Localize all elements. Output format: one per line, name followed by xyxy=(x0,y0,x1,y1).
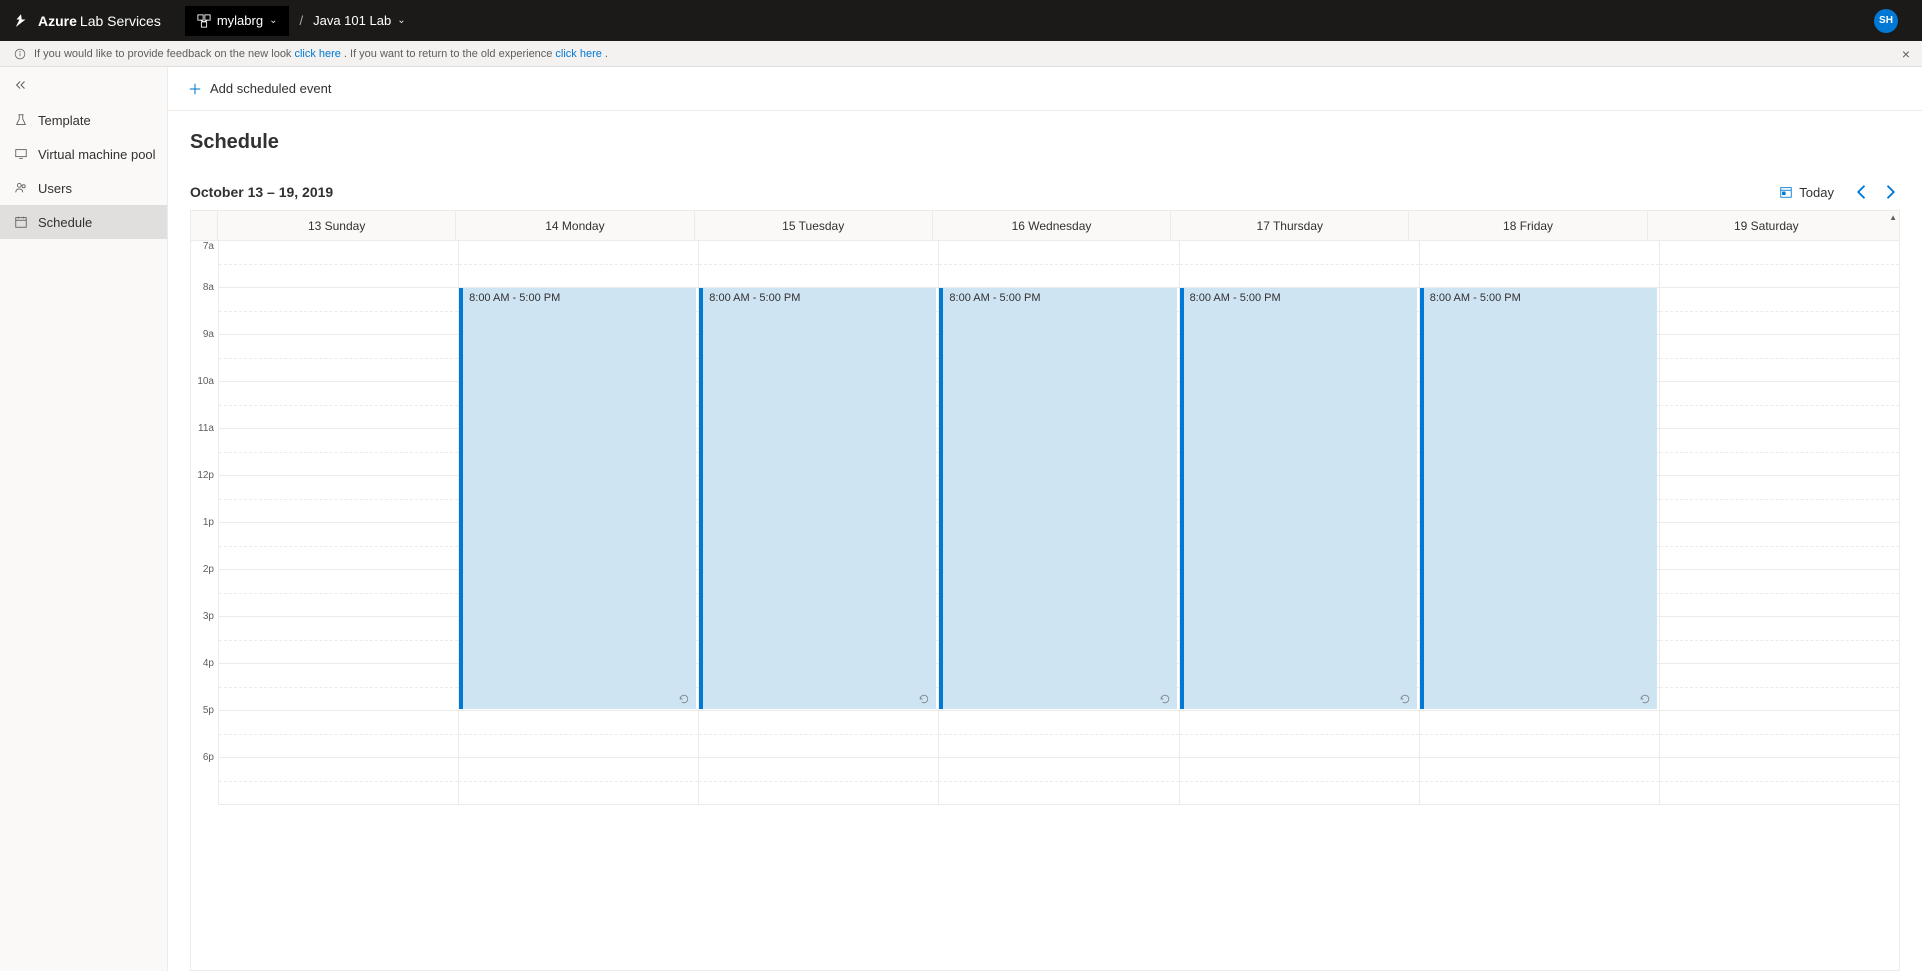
add-event-label: Add scheduled event xyxy=(210,81,331,96)
hour-label: 10a xyxy=(191,376,218,423)
lab-label: Java 101 Lab xyxy=(313,13,391,28)
sidebar-item-template[interactable]: Template xyxy=(0,103,167,137)
hour-label: 11a xyxy=(191,423,218,470)
calendar-today-icon xyxy=(1779,185,1793,199)
recurring-icon xyxy=(1399,693,1411,705)
day-header: 17 Thursday xyxy=(1171,211,1409,240)
calendar-icon xyxy=(14,215,28,229)
hour-label: 3p xyxy=(191,611,218,658)
day-column[interactable]: 8:00 AM - 5:00 PM xyxy=(938,241,1178,805)
resource-group-icon xyxy=(197,14,211,28)
breadcrumb-separator: / xyxy=(299,13,303,28)
event-time-label: 8:00 AM - 5:00 PM xyxy=(949,292,1040,304)
top-bar: Azure Lab Services mylabrg ⌄ / Java 101 … xyxy=(0,0,1922,41)
sidebar-item-label: Virtual machine pool xyxy=(38,147,156,162)
hour-label: 7a xyxy=(191,241,218,288)
scheduled-event[interactable]: 8:00 AM - 5:00 PM xyxy=(939,288,1176,709)
day-column[interactable] xyxy=(218,241,458,805)
sidebar: Template Virtual machine pool Users Sche… xyxy=(0,67,168,971)
sidebar-item-vmpool[interactable]: Virtual machine pool xyxy=(0,137,167,171)
hour-label: 2p xyxy=(191,564,218,611)
close-icon[interactable]: × xyxy=(1902,46,1910,62)
calendar-day-headers: 13 Sunday14 Monday15 Tuesday16 Wednesday… xyxy=(191,211,1899,241)
hour-label: 12p xyxy=(191,470,218,517)
today-button[interactable]: Today xyxy=(1779,185,1834,200)
day-column[interactable] xyxy=(1659,241,1899,805)
sidebar-item-users[interactable]: Users xyxy=(0,171,167,205)
info-icon xyxy=(14,48,26,60)
previous-week-button[interactable] xyxy=(1852,182,1872,202)
feedback-text-1: If you would like to provide feedback on… xyxy=(34,48,291,60)
recurring-icon xyxy=(1639,693,1651,705)
chevron-down-icon: ⌄ xyxy=(397,15,405,26)
resource-group-label: mylabrg xyxy=(217,13,263,28)
resource-group-dropdown[interactable]: mylabrg ⌄ xyxy=(185,6,290,36)
date-range: October 13 – 19, 2019 xyxy=(190,184,333,200)
add-scheduled-event-button[interactable]: Add scheduled event xyxy=(188,81,331,96)
brand-rest: Lab Services xyxy=(80,13,161,29)
hour-label: 4p xyxy=(191,658,218,705)
day-header: 19 Saturday xyxy=(1648,211,1885,240)
today-label: Today xyxy=(1799,185,1834,200)
double-chevron-left-icon xyxy=(14,78,28,92)
brand-azure: Azure xyxy=(38,13,77,29)
sidebar-item-label: Schedule xyxy=(38,215,92,230)
recurring-icon xyxy=(678,693,690,705)
calendar-body[interactable]: 7a8a9a10a11a12p1p2p3p4p5p6p 8:00 AM - 5:… xyxy=(191,241,1899,970)
sidebar-item-label: Users xyxy=(38,181,72,196)
plus-icon xyxy=(188,82,202,96)
recurring-icon xyxy=(918,693,930,705)
hour-label: 9a xyxy=(191,329,218,376)
hour-label: 5p xyxy=(191,705,218,752)
event-time-label: 8:00 AM - 5:00 PM xyxy=(1430,292,1521,304)
collapse-sidebar-button[interactable] xyxy=(0,67,167,103)
users-icon xyxy=(14,181,28,195)
day-column[interactable]: 8:00 AM - 5:00 PM xyxy=(458,241,698,805)
chevron-down-icon: ⌄ xyxy=(269,15,277,26)
day-header: 14 Monday xyxy=(456,211,694,240)
lab-dropdown[interactable]: Java 101 Lab ⌄ xyxy=(313,13,405,28)
scroll-up-indicator: ▲ xyxy=(1889,213,1897,222)
day-header: 15 Tuesday xyxy=(695,211,933,240)
day-column[interactable]: 8:00 AM - 5:00 PM xyxy=(698,241,938,805)
flask-icon xyxy=(14,113,28,127)
azure-logo-icon xyxy=(12,12,30,30)
day-column[interactable]: 8:00 AM - 5:00 PM xyxy=(1179,241,1419,805)
sidebar-item-label: Template xyxy=(38,113,91,128)
feedback-text-2: . If you want to return to the old exper… xyxy=(344,48,553,60)
day-header: 18 Friday xyxy=(1409,211,1647,240)
hour-label: 1p xyxy=(191,517,218,564)
user-avatar[interactable]: SH xyxy=(1874,9,1898,33)
calendar-header: October 13 – 19, 2019 Today xyxy=(190,182,1900,202)
scheduled-event[interactable]: 8:00 AM - 5:00 PM xyxy=(459,288,696,709)
event-time-label: 8:00 AM - 5:00 PM xyxy=(1190,292,1281,304)
page-title: Schedule xyxy=(190,131,1900,154)
scheduled-event[interactable]: 8:00 AM - 5:00 PM xyxy=(1420,288,1657,709)
next-week-button[interactable] xyxy=(1880,182,1900,202)
hour-label: 8a xyxy=(191,282,218,329)
scheduled-event[interactable]: 8:00 AM - 5:00 PM xyxy=(699,288,936,709)
day-header: 13 Sunday xyxy=(218,211,456,240)
time-gutter: 7a8a9a10a11a12p1p2p3p4p5p6p xyxy=(191,241,218,805)
monitor-icon xyxy=(14,147,28,161)
recurring-icon xyxy=(1159,693,1171,705)
feedback-link-2[interactable]: click here xyxy=(555,48,601,60)
scheduled-event[interactable]: 8:00 AM - 5:00 PM xyxy=(1180,288,1417,709)
hour-label: 6p xyxy=(191,752,218,799)
main-content: Add scheduled event Schedule October 13 … xyxy=(168,67,1922,971)
event-time-label: 8:00 AM - 5:00 PM xyxy=(469,292,560,304)
feedback-bar: If you would like to provide feedback on… xyxy=(0,41,1922,67)
feedback-text-3: . xyxy=(605,48,608,60)
calendar-grid: 13 Sunday14 Monday15 Tuesday16 Wednesday… xyxy=(190,210,1900,971)
feedback-link-1[interactable]: click here xyxy=(294,48,340,60)
command-bar: Add scheduled event xyxy=(168,67,1922,111)
day-column[interactable]: 8:00 AM - 5:00 PM xyxy=(1419,241,1659,805)
sidebar-item-schedule[interactable]: Schedule xyxy=(0,205,167,239)
event-time-label: 8:00 AM - 5:00 PM xyxy=(709,292,800,304)
day-header: 16 Wednesday xyxy=(933,211,1171,240)
